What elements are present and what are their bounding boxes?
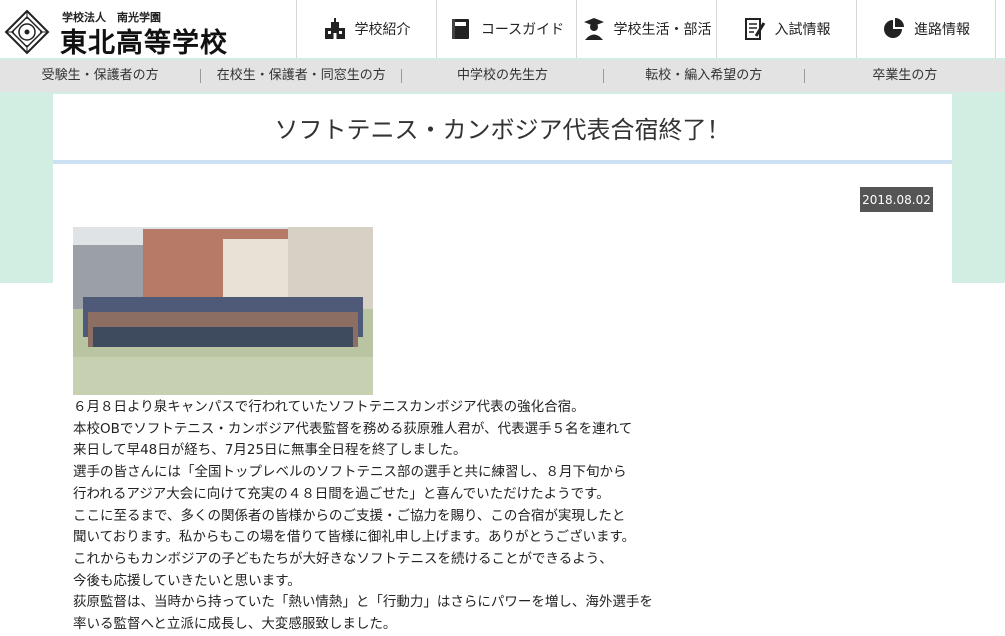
nav-label: 学校生活・部活 [613, 22, 712, 38]
subnav-item-alumni[interactable]: 卒業生の方 [803, 69, 1005, 83]
nav-item-course-guide[interactable]: コースガイド [436, 0, 576, 58]
article-container: ソフトテニス・カンボジア代表合宿終了！ 2018.08.02 ６月８日より泉キャ… [53, 94, 952, 634]
site-logo[interactable]: 学校法人 南光学園 東北高等学校 [4, 5, 294, 59]
article-line: ６月８日より泉キャンパスで行われていたソフトテニスカンボジア代表の強化合宿。 [73, 399, 585, 415]
article-line: 選手の皆さんには「全国トップレベルのソフトテニス部の選手と共に練習し、８月下旬か… [73, 464, 627, 481]
book-icon [451, 19, 469, 39]
team-photo [73, 227, 373, 395]
article-line: 来日して早48日が経ち、7月25日に無事全日程を終了しました。 [73, 442, 467, 459]
nav-label: 学校紹介 [354, 22, 411, 38]
article-line: ここに至るまで、多くの関係者の皆様からのご支援・ご協力を賜り、この合宿が実現した… [73, 507, 626, 524]
subnav-item-teachers[interactable]: 中学校の先生方 [401, 69, 602, 83]
school-name: 東北高等学校 [60, 28, 228, 59]
nav-item-school-intro[interactable]: 学校紹介 [296, 0, 436, 58]
article-line: 行われるアジア大会に向けて充実の４８日間を過ごせた」と喜んでいただけたようです。 [73, 485, 610, 502]
article-line: 本校OBでソフトテニス・カンボジア代表監督を務める荻原雅人君が、代表選手５名を連… [73, 420, 633, 437]
main-nav: 学校紹介 コースガイド 学校生活・部活 入試情報 進路情報 [296, 0, 996, 58]
nav-item-school-life[interactable]: 学校生活・部活 [576, 0, 716, 58]
document-pen-icon [744, 18, 765, 40]
nav-item-admission[interactable]: 入試情報 [716, 0, 856, 58]
date-badge: 2018.08.02 [860, 187, 933, 212]
subnav-item-applicants[interactable]: 受験生・保護者の方 [0, 69, 200, 83]
nav-label: 進路情報 [914, 22, 970, 38]
nav-label: 入試情報 [774, 22, 831, 38]
article-line: 今後も応援していきたいと思います。 [73, 572, 301, 589]
school-building-icon [324, 18, 345, 39]
student-icon [583, 18, 604, 40]
page-title: ソフトテニス・カンボジア代表合宿終了！ [274, 115, 731, 144]
school-emblem-icon [4, 9, 50, 55]
subnav-item-students[interactable]: 在校生・保護者・同窓生の方 [200, 69, 401, 83]
site-header: 学校法人 南光学園 東北高等学校 学校紹介 コースガイド 学校生活・部活 入試情… [0, 0, 1005, 59]
audience-nav: 受験生・保護者の方 在校生・保護者・同窓生の方 中学校の先生方 転校・編入希望の… [0, 60, 1005, 92]
article-line: 率いる監督へと立派に成長し、大変感服致しました。 [73, 616, 397, 633]
article-line: 聞いております。私からもこの場を借りて皆様に御礼申し上げます。ありがとうございま… [73, 529, 636, 546]
article-line: これからもカンボジアの子どもたちが大好きなソフトテニスを続けることができるよう、 [73, 550, 613, 567]
article-line: 荻原監督は、当時から持っていた「熱い情熱」と「行動力」はさらにパワーを増し、海外… [73, 594, 653, 611]
title-underline [53, 160, 952, 164]
nav-label: コースガイド [480, 22, 565, 38]
article-body: ６月８日より泉キャンパスで行われていたソフトテニスカンボジア代表の強化合宿。 本… [73, 397, 933, 636]
nav-item-career[interactable]: 進路情報 [856, 0, 996, 58]
pie-chart-icon [884, 18, 904, 38]
title-box: ソフトテニス・カンボジア代表合宿終了！ [53, 94, 952, 160]
subnav-item-transfer[interactable]: 転校・編入希望の方 [602, 69, 804, 83]
